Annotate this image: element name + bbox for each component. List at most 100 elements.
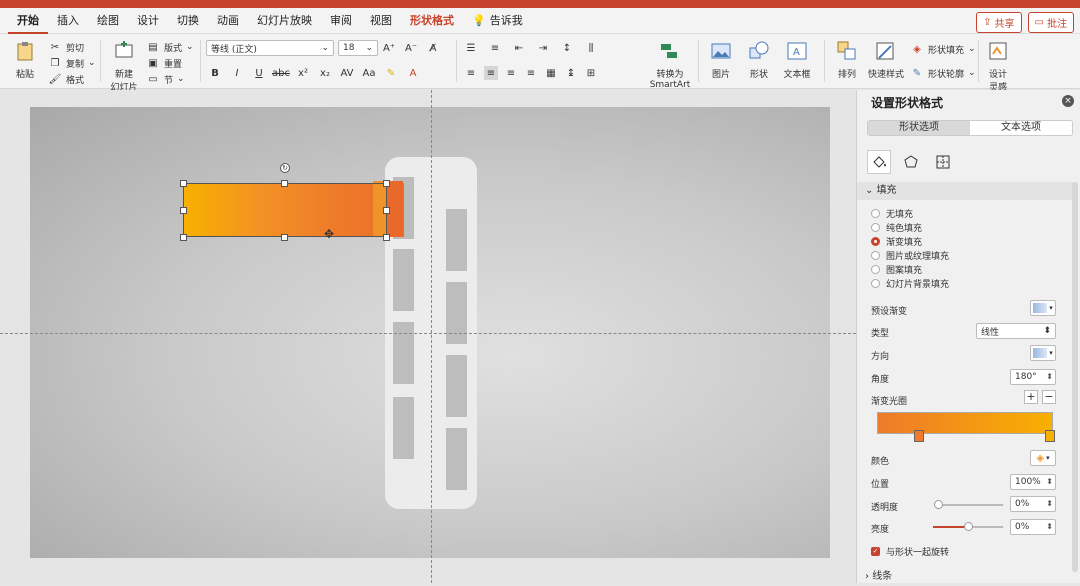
align-text-icon[interactable]: ⊞ (584, 66, 598, 80)
change-case-icon[interactable]: Aa (362, 66, 376, 80)
checkbox-checked[interactable]: ✓ (871, 547, 880, 556)
line-section-header[interactable]: › 线条 (857, 568, 1073, 586)
effects-icon[interactable] (899, 150, 923, 174)
increase-indent-icon[interactable]: ⇥ (536, 41, 550, 55)
fill-option[interactable]: 图片或纹理填充 (871, 249, 949, 262)
transparency-slider-knob[interactable] (934, 500, 943, 509)
gradient-stop[interactable] (914, 430, 924, 442)
position-spinner[interactable]: 100% (1010, 474, 1056, 490)
tab-slideshow[interactable]: 幻灯片放映 (248, 8, 321, 34)
new-slide-button[interactable]: 新建 幻灯片 (108, 40, 140, 93)
close-icon[interactable]: × (1062, 95, 1074, 107)
fill-section-header[interactable]: ⌄ 填充 (857, 182, 1073, 200)
resize-handle[interactable] (281, 180, 288, 187)
bullets-icon[interactable]: ☰ (464, 41, 478, 55)
tab-shape-options[interactable]: 形状选项 (868, 121, 970, 135)
pane-scrollbar[interactable] (1072, 182, 1078, 572)
transparency-spinner[interactable]: 0% (1010, 496, 1056, 512)
tell-me[interactable]: 💡 告诉我 (463, 8, 532, 34)
designer-button[interactable]: 设计 灵感 (984, 40, 1012, 93)
resize-handle[interactable] (180, 234, 187, 241)
gradient-type-select[interactable]: 线性 ⬍ (976, 323, 1056, 339)
convert-smartart-button[interactable]: 转换为 SmartArt (648, 40, 692, 90)
font-color-icon[interactable]: A (406, 66, 420, 80)
radio[interactable] (871, 265, 880, 274)
text-direction-icon[interactable]: ↨ (564, 66, 578, 80)
radio[interactable] (871, 209, 880, 218)
resize-handle[interactable] (180, 207, 187, 214)
brightness-spinner[interactable]: 0% (1010, 519, 1056, 535)
stop-color-picker[interactable]: ◈ ▾ (1030, 450, 1056, 466)
resize-handle[interactable] (180, 180, 187, 187)
tab-shape-format[interactable]: 形状格式 (401, 8, 463, 34)
comments-button[interactable]: ▭ 批注 (1027, 12, 1074, 33)
rotate-with-shape-option[interactable]: ✓ 与形状一起旋转 (871, 545, 949, 558)
numbering-icon[interactable]: ≡ (488, 41, 502, 55)
radio-selected[interactable] (871, 237, 880, 246)
resize-handle[interactable] (383, 180, 390, 187)
layout-button[interactable]: ▤ 版式 ⌄ (146, 40, 193, 54)
columns-icon[interactable]: ⫼ (584, 41, 598, 55)
tab-animations[interactable]: 动画 (208, 8, 248, 34)
size-properties-icon[interactable] (931, 150, 955, 174)
cut-button[interactable]: ✂ 剪切 (48, 40, 84, 54)
rotate-handle-icon[interactable]: ↻ (280, 163, 290, 173)
fill-line-icon[interactable] (867, 150, 891, 174)
decrease-indent-icon[interactable]: ⇤ (512, 41, 526, 55)
char-spacing-icon[interactable]: AV (340, 66, 354, 80)
font-size-select[interactable]: 18 ⌄ (338, 40, 378, 56)
quick-styles-button[interactable]: 快速样式 (866, 40, 906, 80)
resize-handle[interactable] (383, 207, 390, 214)
font-name-select[interactable]: 等线 (正文) ⌄ (206, 40, 334, 56)
radio[interactable] (871, 279, 880, 288)
tab-draw[interactable]: 绘图 (88, 8, 128, 34)
highlight-icon[interactable]: ✎ (384, 66, 398, 80)
tab-insert[interactable]: 插入 (48, 8, 88, 34)
italic-icon[interactable]: I (230, 66, 244, 80)
line-spacing-icon[interactable]: ↕ (560, 41, 574, 55)
transparency-slider[interactable] (937, 504, 1003, 506)
align-center-icon[interactable]: ≡ (484, 66, 498, 80)
tab-transitions[interactable]: 切换 (168, 8, 208, 34)
shape-outline-button[interactable]: ✎ 形状轮廓 ⌄ (910, 66, 976, 80)
resize-handle[interactable] (383, 234, 390, 241)
fill-option[interactable]: 无填充 (871, 207, 913, 220)
shrink-font-icon[interactable]: A⁻ (404, 41, 418, 55)
superscript-icon[interactable]: x² (296, 66, 310, 80)
textbox-button[interactable]: A 文本框 (780, 40, 814, 80)
fill-option[interactable]: 幻灯片背景填充 (871, 277, 949, 290)
bold-icon[interactable]: B (208, 66, 222, 80)
tab-home[interactable]: 开始 (8, 8, 48, 34)
picture-button[interactable]: 图片 (704, 40, 738, 80)
justify-icon[interactable]: ≡ (524, 66, 538, 80)
share-button[interactable]: ⇪ 共享 (976, 12, 1022, 33)
tab-review[interactable]: 审阅 (321, 8, 361, 34)
align-left-icon[interactable]: ≡ (464, 66, 478, 80)
vertical-guide[interactable] (431, 90, 432, 583)
reset-button[interactable]: ▣ 重置 (146, 56, 182, 70)
gradient-stop-selected[interactable] (1045, 430, 1055, 442)
brightness-slider-knob[interactable] (964, 522, 973, 531)
resize-handle[interactable] (281, 234, 288, 241)
shape-button[interactable]: 形状 (742, 40, 776, 80)
angle-spinner[interactable]: 180° (1010, 369, 1056, 385)
grow-font-icon[interactable]: A⁺ (382, 41, 396, 55)
shape-fill-button[interactable]: ◈ 形状填充 ⌄ (910, 42, 975, 56)
remove-stop-icon[interactable]: − (1042, 390, 1056, 404)
fill-option[interactable]: 纯色填充 (871, 221, 922, 234)
clear-format-icon[interactable]: A̸ (426, 41, 440, 55)
arrange-button[interactable]: 排列 (830, 40, 864, 80)
direction-picker[interactable]: ▾ (1030, 345, 1056, 361)
underline-icon[interactable]: U (252, 66, 266, 80)
copy-button[interactable]: ❐ 复制 ⌄ (48, 56, 96, 70)
preset-gradient-picker[interactable]: ▾ (1030, 300, 1056, 316)
tab-design[interactable]: 设计 (128, 8, 168, 34)
tab-view[interactable]: 视图 (361, 8, 401, 34)
add-stop-icon[interactable]: + (1024, 390, 1038, 404)
strikethrough-icon[interactable]: abc (272, 66, 290, 80)
paste-button[interactable]: 粘贴 (8, 40, 42, 80)
align-right-icon[interactable]: ≡ (504, 66, 518, 80)
radio[interactable] (871, 223, 880, 232)
format-painter-button[interactable]: 🖌 格式 (48, 72, 84, 86)
radio[interactable] (871, 251, 880, 260)
